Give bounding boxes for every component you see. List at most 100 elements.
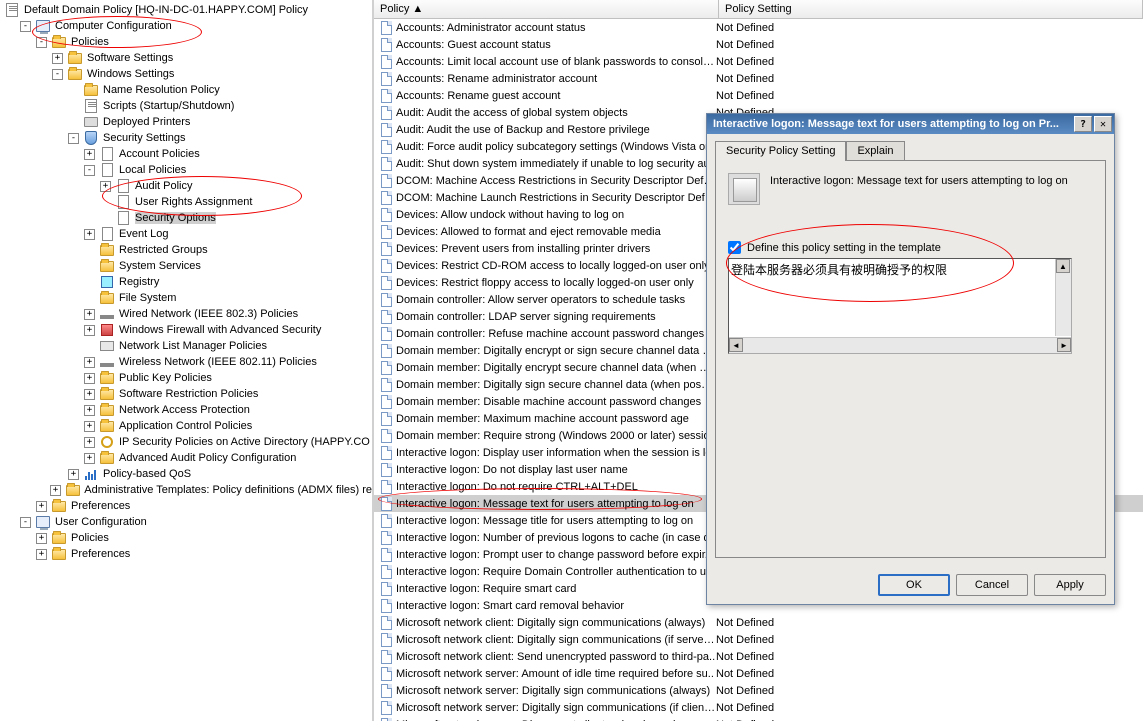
tree-item[interactable]: +Event Log	[0, 226, 372, 242]
tree-item-label: Application Control Policies	[119, 420, 252, 432]
tree-expander[interactable]: +	[84, 373, 95, 384]
apply-button[interactable]: Apply	[1034, 574, 1106, 596]
policy-item-icon	[378, 377, 394, 393]
dialog-titlebar[interactable]: Interactive logon: Message text for user…	[707, 114, 1114, 134]
policy-row[interactable]: Microsoft network server: Amount of idle…	[374, 665, 1143, 682]
tree-expander[interactable]: +	[84, 405, 95, 416]
policy-row[interactable]: Accounts: Rename guest accountNot Define…	[374, 87, 1143, 104]
tree-item-label: System Services	[119, 260, 201, 272]
tree-expander[interactable]: +	[50, 485, 61, 496]
tree-expander[interactable]: -	[84, 165, 95, 176]
policy-row[interactable]: Microsoft network client: Digitally sign…	[374, 631, 1143, 648]
tree-item[interactable]: System Services	[0, 258, 372, 274]
tree-expander[interactable]: +	[84, 149, 95, 160]
tree-item[interactable]: -Security Settings	[0, 130, 372, 146]
tree-item[interactable]: Scripts (Startup/Shutdown)	[0, 98, 372, 114]
tree-expander[interactable]: +	[36, 549, 47, 560]
tree-expander[interactable]: +	[84, 309, 95, 320]
tree-expander[interactable]: +	[100, 181, 111, 192]
close-button[interactable]: ✕	[1094, 116, 1112, 132]
policy-text-input[interactable]	[729, 259, 1057, 337]
tree-item[interactable]: Deployed Printers	[0, 114, 372, 130]
tree-expander[interactable]: +	[68, 469, 79, 480]
policy-name: Domain controller: Refuse machine accoun…	[396, 328, 716, 340]
tree-item[interactable]: +Windows Firewall with Advanced Security	[0, 322, 372, 338]
tree-item[interactable]: + Application Control Policies	[0, 418, 372, 434]
tree-expander[interactable]: +	[52, 53, 63, 64]
tree-expander[interactable]: -	[20, 517, 31, 528]
policy-item-icon	[378, 326, 394, 342]
tree-expander[interactable]: +	[36, 533, 47, 544]
tree-expander[interactable]: -	[68, 133, 79, 144]
tree-item[interactable]: -Windows Settings	[0, 66, 372, 82]
tree-item[interactable]: +Wireless Network (IEEE 802.11) Policies	[0, 354, 372, 370]
tree-item[interactable]: Registry	[0, 274, 372, 290]
tree-item[interactable]: +Administrative Templates: Policy defini…	[0, 482, 372, 498]
tree-item[interactable]: Security Options	[0, 210, 372, 226]
tree-expander[interactable]: -	[52, 69, 63, 80]
policy-name: Interactive logon: Number of previous lo…	[396, 532, 716, 544]
tree-item[interactable]: User Rights Assignment	[0, 194, 372, 210]
tree-item[interactable]: +Preferences	[0, 546, 372, 562]
policy-row[interactable]: Accounts: Administrator account statusNo…	[374, 19, 1143, 36]
tree-expander[interactable]: +	[84, 421, 95, 432]
tree-item[interactable]: +IP Security Policies on Active Director…	[0, 434, 372, 450]
define-policy-checkbox[interactable]	[728, 241, 741, 254]
tree-item[interactable]: +Advanced Audit Policy Configuration	[0, 450, 372, 466]
tree-item[interactable]: +Public Key Policies	[0, 370, 372, 386]
tree-item[interactable]: + Audit Policy	[0, 178, 372, 194]
tree-item[interactable]: +Account Policies	[0, 146, 372, 162]
policy-row[interactable]: Microsoft network server: Digitally sign…	[374, 699, 1143, 716]
ok-button[interactable]: OK	[878, 574, 950, 596]
tree-item[interactable]: File System	[0, 290, 372, 306]
tree-item[interactable]: Restricted Groups	[0, 242, 372, 258]
tree-item[interactable]: +Software Settings	[0, 50, 372, 66]
policy-name: Audit: Shut down system immediately if u…	[396, 158, 716, 170]
tree-expander[interactable]: +	[84, 325, 95, 336]
column-setting[interactable]: Policy Setting	[719, 0, 1143, 18]
policy-name: Devices: Allow undock without having to …	[396, 209, 716, 221]
tree-item[interactable]: +Network Access Protection	[0, 402, 372, 418]
policy-item-icon	[378, 190, 394, 206]
tree-expander[interactable]: +	[84, 229, 95, 240]
tree-item[interactable]: +Preferences	[0, 498, 372, 514]
policy-row[interactable]: Accounts: Rename administrator accountNo…	[374, 70, 1143, 87]
tree-item[interactable]: +Wired Network (IEEE 802.3) Policies	[0, 306, 372, 322]
tree-item[interactable]: -User Configuration	[0, 514, 372, 530]
policy-item-icon	[378, 139, 394, 155]
policy-setting: Not Defined	[716, 22, 1143, 34]
tree-item[interactable]: -Computer Configuration	[0, 18, 372, 34]
policy-row[interactable]: Accounts: Guest account statusNot Define…	[374, 36, 1143, 53]
tree-expander[interactable]: +	[36, 501, 47, 512]
tree-item-label: Audit Policy	[135, 180, 192, 192]
tree-expander[interactable]: +	[84, 437, 95, 448]
policy-row[interactable]: Accounts: Limit local account use of bla…	[374, 53, 1143, 70]
tree-item[interactable]: +Policy-based QoS	[0, 466, 372, 482]
tab-security-policy-setting[interactable]: Security Policy Setting	[715, 141, 846, 161]
tree-item[interactable]: -Local Policies	[0, 162, 372, 178]
help-button[interactable]: ?	[1074, 116, 1092, 132]
policy-item-icon	[378, 700, 394, 716]
tree-item[interactable]: +Policies	[0, 530, 372, 546]
tab-explain[interactable]: Explain	[846, 141, 904, 161]
tree-expander[interactable]: -	[20, 21, 31, 32]
cancel-button[interactable]: Cancel	[956, 574, 1028, 596]
vertical-scrollbar[interactable]: ▲	[1055, 259, 1071, 336]
tree-item[interactable]: +Software Restriction Policies	[0, 386, 372, 402]
policy-row[interactable]: Microsoft network server: Disconnect cli…	[374, 716, 1143, 721]
tree-item[interactable]: Network List Manager Policies	[0, 338, 372, 354]
tree-expander[interactable]: +	[84, 453, 95, 464]
tree-expander	[68, 101, 79, 112]
tree-item[interactable]: Name Resolution Policy	[0, 82, 372, 98]
tree-item[interactable]: -Policies	[0, 34, 372, 50]
column-policy[interactable]: Policy ▲	[374, 0, 719, 18]
policy-row[interactable]: Microsoft network server: Digitally sign…	[374, 682, 1143, 699]
policy-row[interactable]: Microsoft network client: Send unencrypt…	[374, 648, 1143, 665]
tree-expander[interactable]: +	[84, 357, 95, 368]
folder-icon	[67, 67, 83, 81]
printer-icon	[83, 115, 99, 129]
tree-expander[interactable]: +	[84, 389, 95, 400]
horizontal-scrollbar[interactable]: ◄ ►	[729, 337, 1071, 353]
tree-expander[interactable]: -	[36, 37, 47, 48]
policy-row[interactable]: Microsoft network client: Digitally sign…	[374, 614, 1143, 631]
